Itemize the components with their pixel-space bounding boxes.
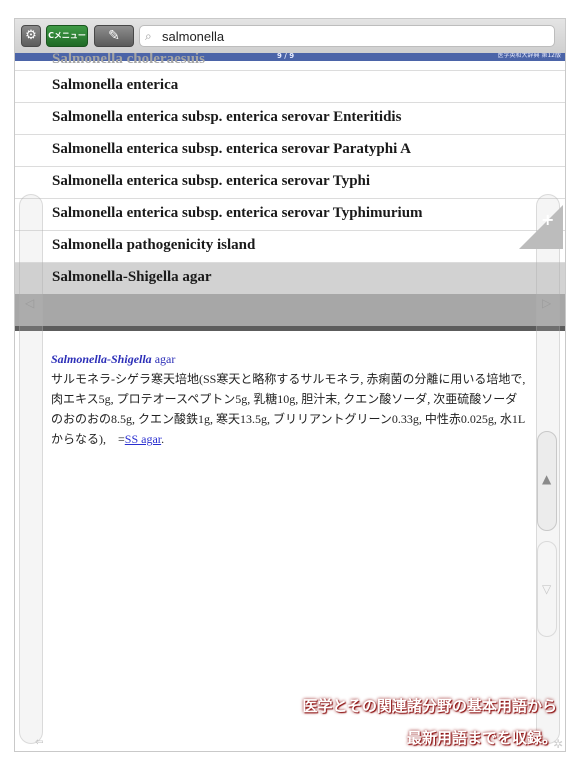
list-item[interactable]: Salmonella pathogenicity island xyxy=(15,230,565,262)
list-item[interactable]: Salmonella choleraesuis xyxy=(52,53,205,63)
search-box[interactable]: ⌕ xyxy=(139,25,555,47)
pen-icon[interactable]: ✎ xyxy=(94,25,134,47)
list-item[interactable]: Salmonella enterica subsp. enterica sero… xyxy=(15,198,565,230)
list-item-label: Salmonella enterica subsp. enterica sero… xyxy=(52,109,402,125)
list-item[interactable]: Salmonella enterica xyxy=(15,70,565,102)
promo-line-2: 最新用語までを収録。 xyxy=(406,729,557,747)
list-item[interactable]: Salmonella enterica subsp. enterica sero… xyxy=(15,134,565,166)
prev-page-handle[interactable]: ◁ xyxy=(19,194,43,744)
triangle-up-icon: ▲ xyxy=(542,472,552,486)
entry-body-end: . xyxy=(161,432,165,446)
triangle-down-icon: ▽ xyxy=(542,582,552,596)
list-item-label: Salmonella enterica xyxy=(52,77,179,93)
list-item-label: Salmonella enterica subsp. enterica sero… xyxy=(52,205,423,221)
entry-header-bar xyxy=(15,294,565,326)
list-item[interactable]: Salmonella-Shigella agar xyxy=(15,262,565,294)
gear-icon[interactable]: ⚙ xyxy=(21,25,41,47)
menu-button[interactable]: Cメニュー xyxy=(46,25,88,47)
scroll-down-button[interactable]: ▽ xyxy=(537,541,557,637)
app-window: ⚙ Cメニュー ✎ ⌕ 9 / 9 医学英和大辞典 第12版 Salmonell… xyxy=(14,18,566,752)
entry-content: Salmonella-Shigella agar サルモネラ-シゲラ寒天培地(S… xyxy=(51,349,529,449)
chevron-right-icon: ▷ xyxy=(542,296,552,310)
entry-headword: Salmonella-Shigella xyxy=(51,352,152,366)
search-input[interactable] xyxy=(162,27,547,45)
list-item-label: Salmonella-Shigella agar xyxy=(52,269,212,285)
back-arrow-icon[interactable]: ⇦ xyxy=(35,737,43,748)
result-count: 9 / 9 xyxy=(277,53,295,60)
scroll-up-button[interactable]: ▲ xyxy=(537,431,557,531)
entry-body-text: サルモネラ-シゲラ寒天培地(SS寒天と略称するサルモネラ, 赤痢菌の分離に用いる… xyxy=(51,372,526,446)
entry-body: サルモネラ-シゲラ寒天培地(SS寒天と略称するサルモネラ, 赤痢菌の分離に用いる… xyxy=(51,369,529,449)
list-item-label: Salmonella enterica subsp. enterica sero… xyxy=(52,141,412,157)
plus-icon[interactable]: + xyxy=(541,212,554,228)
pane-divider[interactable] xyxy=(15,326,565,331)
list-item-label: Salmonella pathogenicity island xyxy=(52,237,256,253)
chevron-left-icon: ◁ xyxy=(25,296,35,310)
search-icon: ⌕ xyxy=(145,29,152,43)
cross-reference-link[interactable]: SS agar xyxy=(125,432,161,446)
entry-headword-rest: agar xyxy=(151,352,176,366)
promo-line-1: 医学とその関連諸分野の基本用語から xyxy=(302,697,557,715)
list-item-label: Salmonella enterica subsp. enterica sero… xyxy=(52,173,371,189)
list-item[interactable]: Salmonella enterica subsp. enterica sero… xyxy=(15,166,565,198)
list-item[interactable]: Salmonella enterica subsp. enterica sero… xyxy=(15,102,565,134)
toolbar: ⚙ Cメニュー ✎ ⌕ xyxy=(15,19,565,53)
dictionary-name: 医学英和大辞典 第12版 xyxy=(497,53,561,59)
